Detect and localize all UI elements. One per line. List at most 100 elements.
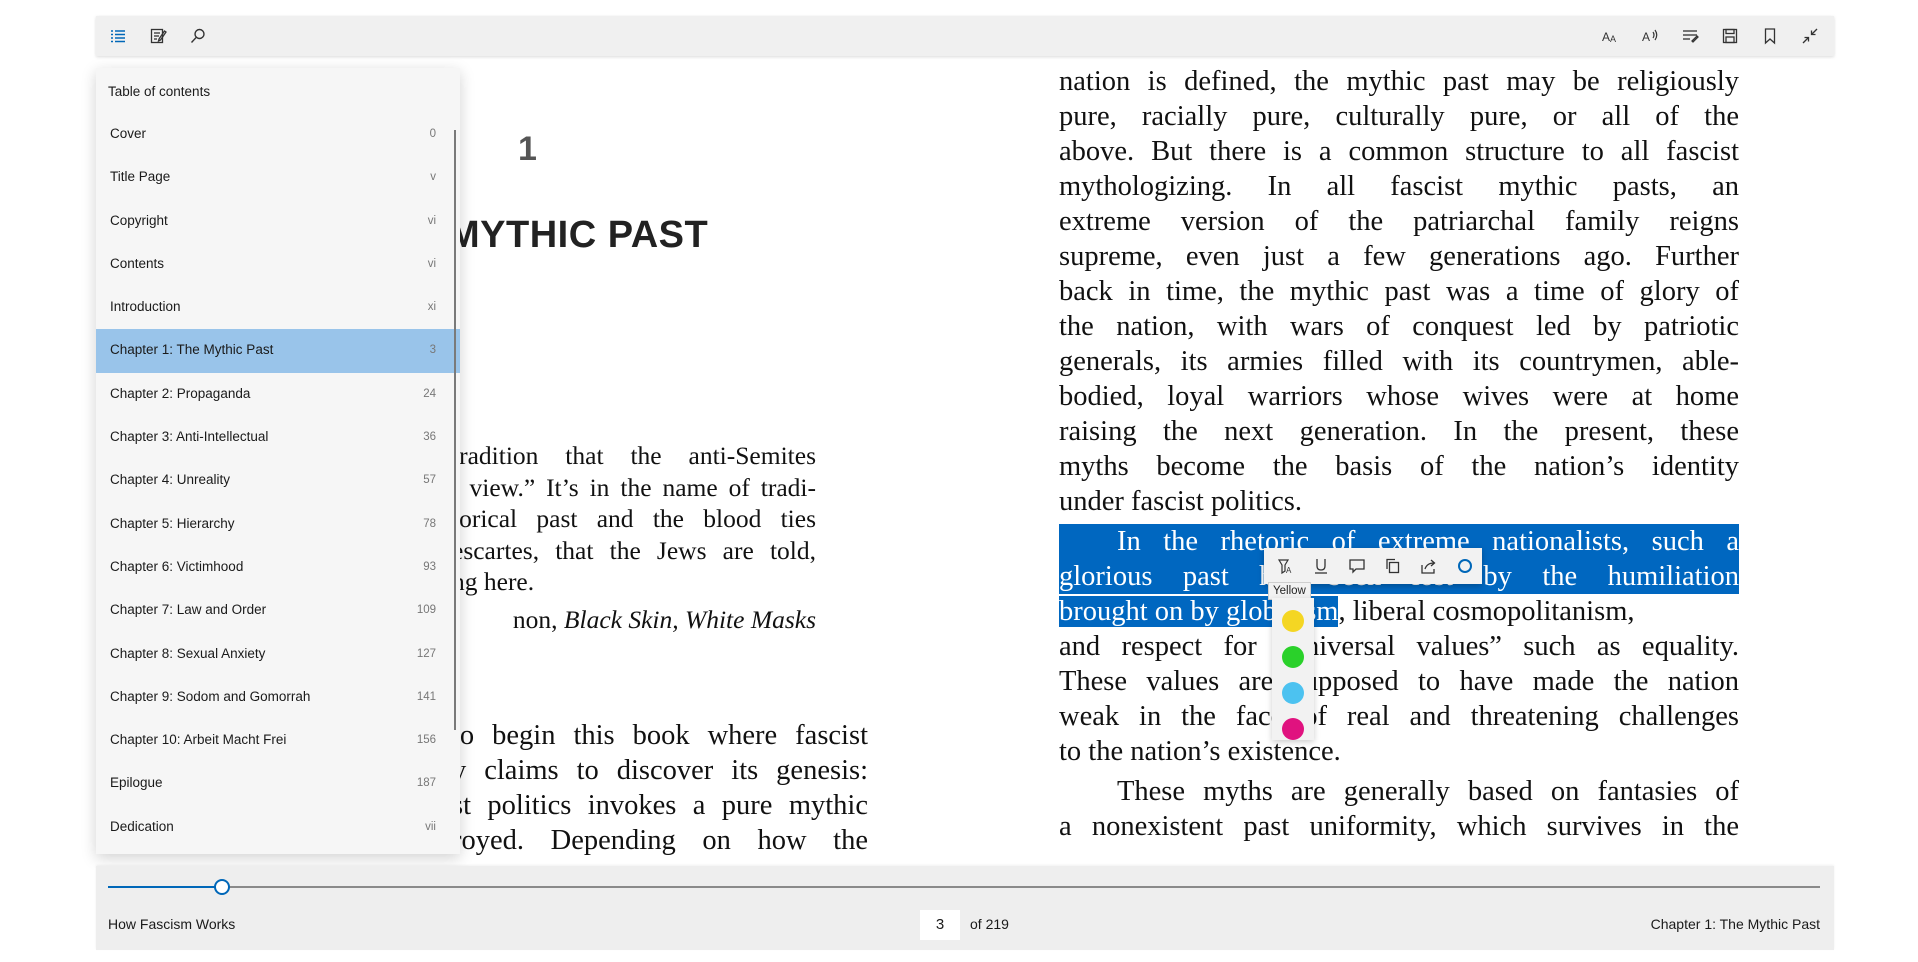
- body-line: supreme, even just a few generations ago…: [1059, 241, 1739, 272]
- toc-item-page: 187: [416, 777, 436, 790]
- toc-item-label: Title Page: [110, 169, 171, 185]
- toc-item[interactable]: Chapter 3: Anti-Intellectual 36: [96, 416, 460, 459]
- toc-item[interactable]: Title Page v: [96, 156, 460, 199]
- toc-item[interactable]: Epilogue 187: [96, 762, 460, 805]
- toc-item[interactable]: Introduction xi: [96, 286, 460, 329]
- toc-item-label: Introduction: [110, 299, 181, 315]
- table-of-contents-panel: Table of contents Cover 0 Title Page v Copyr…: [96, 68, 460, 854]
- svg-text:A: A: [1610, 34, 1616, 44]
- toc-item[interactable]: Chapter 6: Victimhood 93: [96, 546, 460, 589]
- epigraph: tradition that the anti-Semites ’ view.”…: [452, 440, 816, 635]
- toc-item-label: Chapter 3: Anti-Intellectual: [110, 429, 269, 445]
- toc-item-label: Copyright: [110, 212, 168, 228]
- epigraph-line: escartes, that the Jews are told,: [452, 535, 816, 565]
- toc-item[interactable]: Chapter 5: Hierarchy 78: [96, 503, 460, 546]
- toc-item-label: Chapter 4: Unreality: [110, 472, 231, 488]
- toc-item-page: xi: [427, 301, 436, 314]
- toc-item-page: v: [430, 171, 436, 184]
- notes-icon[interactable]: [144, 22, 172, 50]
- progress-slider-thumb[interactable]: [214, 879, 230, 895]
- toc-item-label: Epilogue: [110, 775, 163, 791]
- toc-item[interactable]: Chapter 1: The Mythic Past 3: [96, 329, 460, 373]
- toc-item[interactable]: Chapter 9: Sodom and Gomorrah 141: [96, 676, 460, 719]
- toc-item-page: 156: [416, 734, 436, 747]
- body-line: myths become the basis of the nation’s i…: [1059, 451, 1739, 482]
- highlight-icon[interactable]: A: [1272, 554, 1298, 578]
- epigraph-line: tradition that the anti-Semites: [452, 441, 816, 470]
- toc-item[interactable]: Dedication vii: [96, 806, 460, 849]
- epigraph-line: torical past and the blood ties: [452, 504, 816, 533]
- search-icon[interactable]: [184, 22, 212, 50]
- epigraph-source-prefix: non,: [512, 604, 564, 634]
- bookmark-icon[interactable]: [1756, 22, 1784, 50]
- chapter-number: 1: [518, 130, 537, 168]
- toc-item[interactable]: Contents vi: [96, 243, 460, 286]
- toc-item-label: Dedication: [110, 818, 174, 834]
- svg-text:A: A: [1286, 566, 1292, 575]
- underline-icon[interactable]: [1308, 554, 1334, 578]
- current-chapter: Chapter 1: The Mythic Past: [1650, 916, 1820, 932]
- toc-item-label: Chapter 8: Sexual Anxiety: [110, 645, 266, 661]
- toc-item-label: Chapter 6: Victimhood: [110, 558, 244, 574]
- toc-item-page: vi: [427, 257, 436, 270]
- body-line: These values are supposed to have made t…: [1059, 666, 1739, 697]
- body-line: st politics invokes a pure mythic: [452, 790, 868, 821]
- toc-item[interactable]: Chapter 8: Sexual Anxiety 127: [96, 633, 460, 676]
- toc-item-label: Chapter 2: Propaganda: [110, 385, 251, 401]
- toc-item-page: 78: [423, 517, 436, 530]
- progress-slider[interactable]: [108, 879, 1820, 895]
- contents-icon[interactable]: [104, 22, 132, 50]
- body-line: royed. Depending on how the: [452, 825, 868, 856]
- toc-item-label: Contents: [110, 255, 165, 271]
- body-line: to the nation’s existence.: [1059, 736, 1341, 767]
- toc-item-page: 24: [423, 387, 436, 400]
- body-line: above. But there is a common structure t…: [1059, 136, 1739, 167]
- comment-icon[interactable]: [1344, 554, 1370, 578]
- body-line: extreme version of the patriarchal famil…: [1059, 206, 1739, 237]
- book-title: How Fascism Works: [108, 916, 236, 932]
- toc-header: Table of contents: [108, 84, 211, 99]
- color-swatch-blue[interactable]: [1282, 682, 1304, 704]
- toc-item-label: Chapter 9: Sodom and Gomorrah: [110, 688, 311, 704]
- text-options-icon[interactable]: AA: [1596, 22, 1624, 50]
- body-line: brought on by globalism, liberal cosmopo…: [1059, 594, 1739, 629]
- toc-item-page: 3: [429, 344, 436, 357]
- toc-item-page: 0: [429, 128, 436, 140]
- toc-item[interactable]: Cover 0: [96, 113, 460, 156]
- read-aloud-icon[interactable]: A: [1636, 22, 1664, 50]
- body-line: bodied, loyal warriors whose wives were …: [1059, 381, 1739, 412]
- toc-scrollbar[interactable]: [454, 130, 456, 730]
- color-swatch-pink[interactable]: [1282, 718, 1304, 740]
- color-circle-icon[interactable]: [1452, 554, 1478, 578]
- copy-icon[interactable]: [1380, 554, 1406, 578]
- body-line: generals, its armies filled with its cou…: [1059, 346, 1739, 377]
- right-page: nation is defined, the mythic past may b…: [1059, 64, 1739, 844]
- epigraph-line: ’ view.” It’s in the name of tradi-: [452, 472, 816, 502]
- toc-item-label: Chapter 7: Law and Order: [110, 602, 267, 618]
- toc-item[interactable]: Copyright vi: [96, 200, 460, 243]
- toc-list: Cover 0 Title Page v Copyright vi Contents vi In…: [96, 113, 460, 849]
- body-line: pure, racially pure, culturally pure, or…: [1059, 101, 1739, 132]
- toc-item[interactable]: Chapter 7: Law and Order 109: [96, 589, 460, 632]
- exit-fullscreen-icon[interactable]: [1796, 22, 1824, 50]
- chapter-title: MYTHIC PAST: [448, 214, 709, 256]
- learning-tools-icon[interactable]: [1676, 22, 1704, 50]
- color-swatch-green[interactable]: [1282, 646, 1304, 668]
- toc-item-page: 127: [416, 647, 436, 660]
- share-icon[interactable]: [1416, 554, 1442, 578]
- body-line: raising the next generation. In the pres…: [1059, 416, 1739, 447]
- toc-item[interactable]: Chapter 4: Unreality 57: [96, 459, 460, 502]
- body-line: weak in the face of real and threatening…: [1059, 701, 1739, 732]
- body-line: and respect for “universal values” such …: [1059, 631, 1739, 662]
- save-icon[interactable]: [1716, 22, 1744, 50]
- color-swatch-yellow[interactable]: [1282, 610, 1304, 632]
- toc-item[interactable]: Chapter 2: Propaganda 24: [96, 373, 460, 416]
- svg-text:A: A: [1642, 30, 1650, 44]
- page-total: of 219: [970, 916, 1009, 932]
- toc-item-label: Cover: [110, 126, 147, 141]
- highlight-menu: A: [1264, 548, 1482, 584]
- page-number-input[interactable]: 3: [920, 910, 960, 940]
- body-line: nation is defined, the mythic past may b…: [1059, 66, 1739, 97]
- toc-item[interactable]: Chapter 10: Arbeit Macht Frei 156: [96, 719, 460, 762]
- toc-item-page: vi: [427, 214, 436, 227]
